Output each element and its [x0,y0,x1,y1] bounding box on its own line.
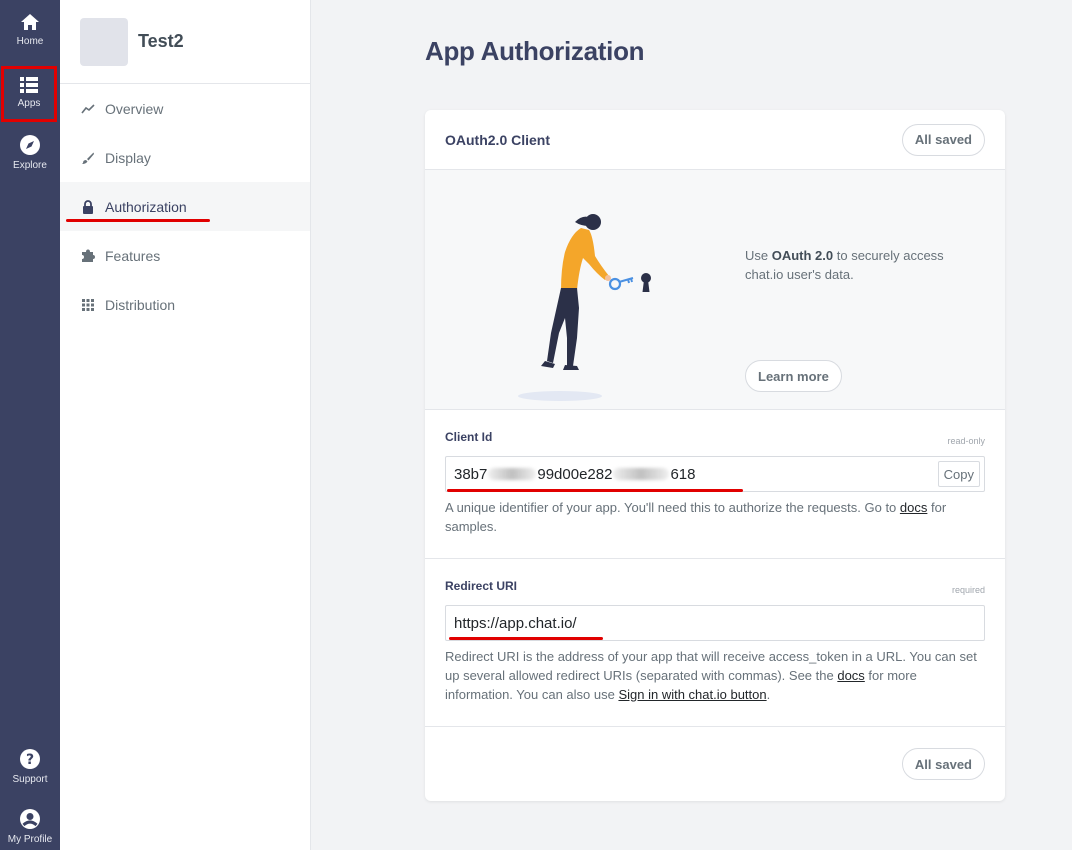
sidebar-item-label: Overview [105,100,164,117]
main-content: App Authorization OAuth2.0 Client All sa… [311,0,1072,850]
oauth-hero: Use OAuth 2.0 to securely access chat.io… [425,170,1005,410]
saved-status-button-top[interactable]: All saved [901,123,985,156]
redaction-blur [488,468,537,480]
sidebar-item-display[interactable]: Display [60,133,310,182]
user-circle-icon [20,809,40,829]
left-rail: Home Apps Explore ? Support My Profile [0,0,60,850]
docs-link[interactable]: docs [900,500,927,515]
saved-status-button-bottom[interactable]: All saved [901,748,985,780]
svg-text:?: ? [26,752,34,768]
client-id-label: Client Id [445,430,493,444]
oauth-illustration [518,214,651,401]
card-title: OAuth2.0 Client [445,131,551,148]
client-id-help: A unique identifier of your app. You'll … [445,500,947,534]
client-id-field[interactable]: 38b7 99d00e282 618 Copy [445,456,985,492]
rail-home[interactable]: Home [0,2,60,58]
annotation-underline-authorization [66,219,210,222]
rail-profile[interactable]: My Profile [0,798,60,850]
help-circle-icon: ? [20,749,40,769]
redaction-blur [613,468,670,480]
sign-in-button-link[interactable]: Sign in with chat.io button [618,687,766,702]
home-icon [21,14,39,30]
page-title: App Authorization [425,36,645,66]
app-header: Test2 [60,0,310,84]
app-name: Test2 [138,31,184,51]
oauth-hero-text: Use OAuth 2.0 to securely access chat.io… [745,248,944,282]
annotation-underline-redirect [449,637,603,640]
rail-apps-label: Apps [17,98,41,109]
lock-icon [80,199,96,215]
apps-list-icon [20,77,38,93]
learn-more-button[interactable]: Learn more [745,360,842,392]
brush-icon [80,150,96,166]
compass-icon [20,135,40,155]
chart-line-icon [80,101,96,117]
app-sidebar: Test2 Overview Display Authorization Fea… [60,0,311,850]
rail-apps[interactable]: Apps [1,66,57,122]
sidebar-item-label: Distribution [105,296,176,313]
puzzle-icon [80,248,96,264]
sidebar-item-overview[interactable]: Overview [60,84,310,133]
required-tag: required [951,585,985,595]
redirect-uri-value: https://app.chat.io/ [454,614,577,632]
card-footer: All saved [425,727,1005,801]
client-id-part1: 38b7 [454,465,488,483]
annotation-underline-client-id [447,489,743,492]
client-id-section: Client Id read-only 38b7 99d00e282 618 Cop… [425,410,1005,559]
read-only-tag: read-only [947,436,985,446]
rail-profile-label: My Profile [7,834,53,845]
sidebar-item-label: Display [105,149,151,166]
docs-link[interactable]: docs [837,668,864,683]
redirect-uri-input[interactable]: https://app.chat.io/ [445,605,985,641]
grid-dots-icon [80,297,96,313]
sidebar-item-authorization[interactable]: Authorization [60,182,310,231]
client-id-part2: 99d00e282 [537,465,613,483]
oauth-client-card: OAuth2.0 Client All saved Use OAuth 2.0 … [425,110,1005,801]
redirect-uri-label: Redirect URI [445,579,518,593]
oauth-bold: OAuth 2.0 [771,248,834,263]
copy-button[interactable]: Copy [937,461,980,487]
card-header: OAuth2.0 Client All saved [425,110,1005,170]
redirect-uri-help: Redirect URI is the address of your app … [445,649,977,702]
app-avatar [80,17,128,66]
rail-home-label: Home [16,36,44,47]
rail-support-label: Support [12,774,48,785]
sidebar-item-distribution[interactable]: Distribution [60,280,310,329]
redirect-uri-section: Redirect URI required https://app.chat.i… [425,559,1005,727]
rail-explore-label: Explore [13,160,47,171]
rail-explore[interactable]: Explore [0,124,60,180]
sidebar-item-features[interactable]: Features [60,231,310,280]
rail-support[interactable]: ? Support [0,738,60,794]
client-id-part3: 618 [670,465,696,483]
sidebar-item-label: Features [105,247,161,264]
sidebar-item-label: Authorization [105,198,187,215]
